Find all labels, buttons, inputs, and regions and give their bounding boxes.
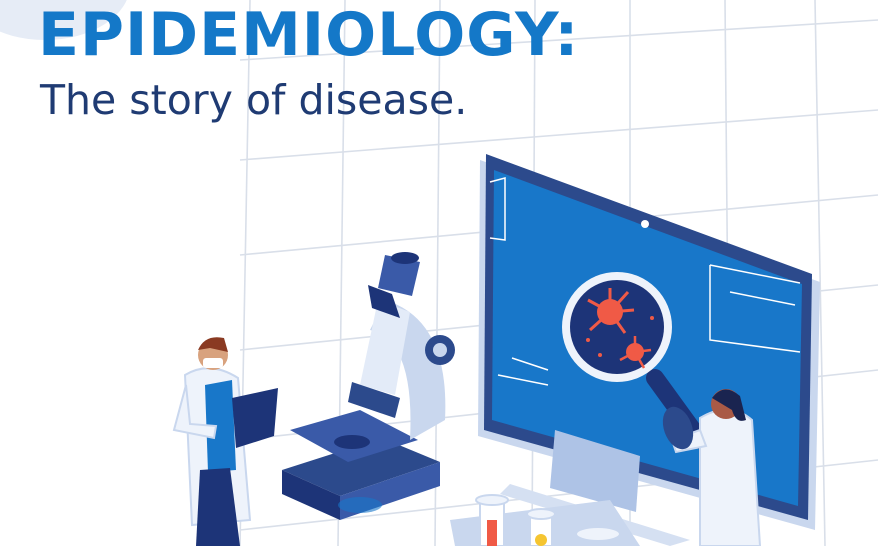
page-title: EPIDEMIOLOGY: xyxy=(38,0,580,70)
page-subtitle: The story of disease. xyxy=(40,76,468,124)
hero-banner: EPIDEMIOLOGY: The story of disease. xyxy=(0,0,878,546)
scientist-with-tablet xyxy=(172,337,278,546)
microscope xyxy=(282,252,455,520)
